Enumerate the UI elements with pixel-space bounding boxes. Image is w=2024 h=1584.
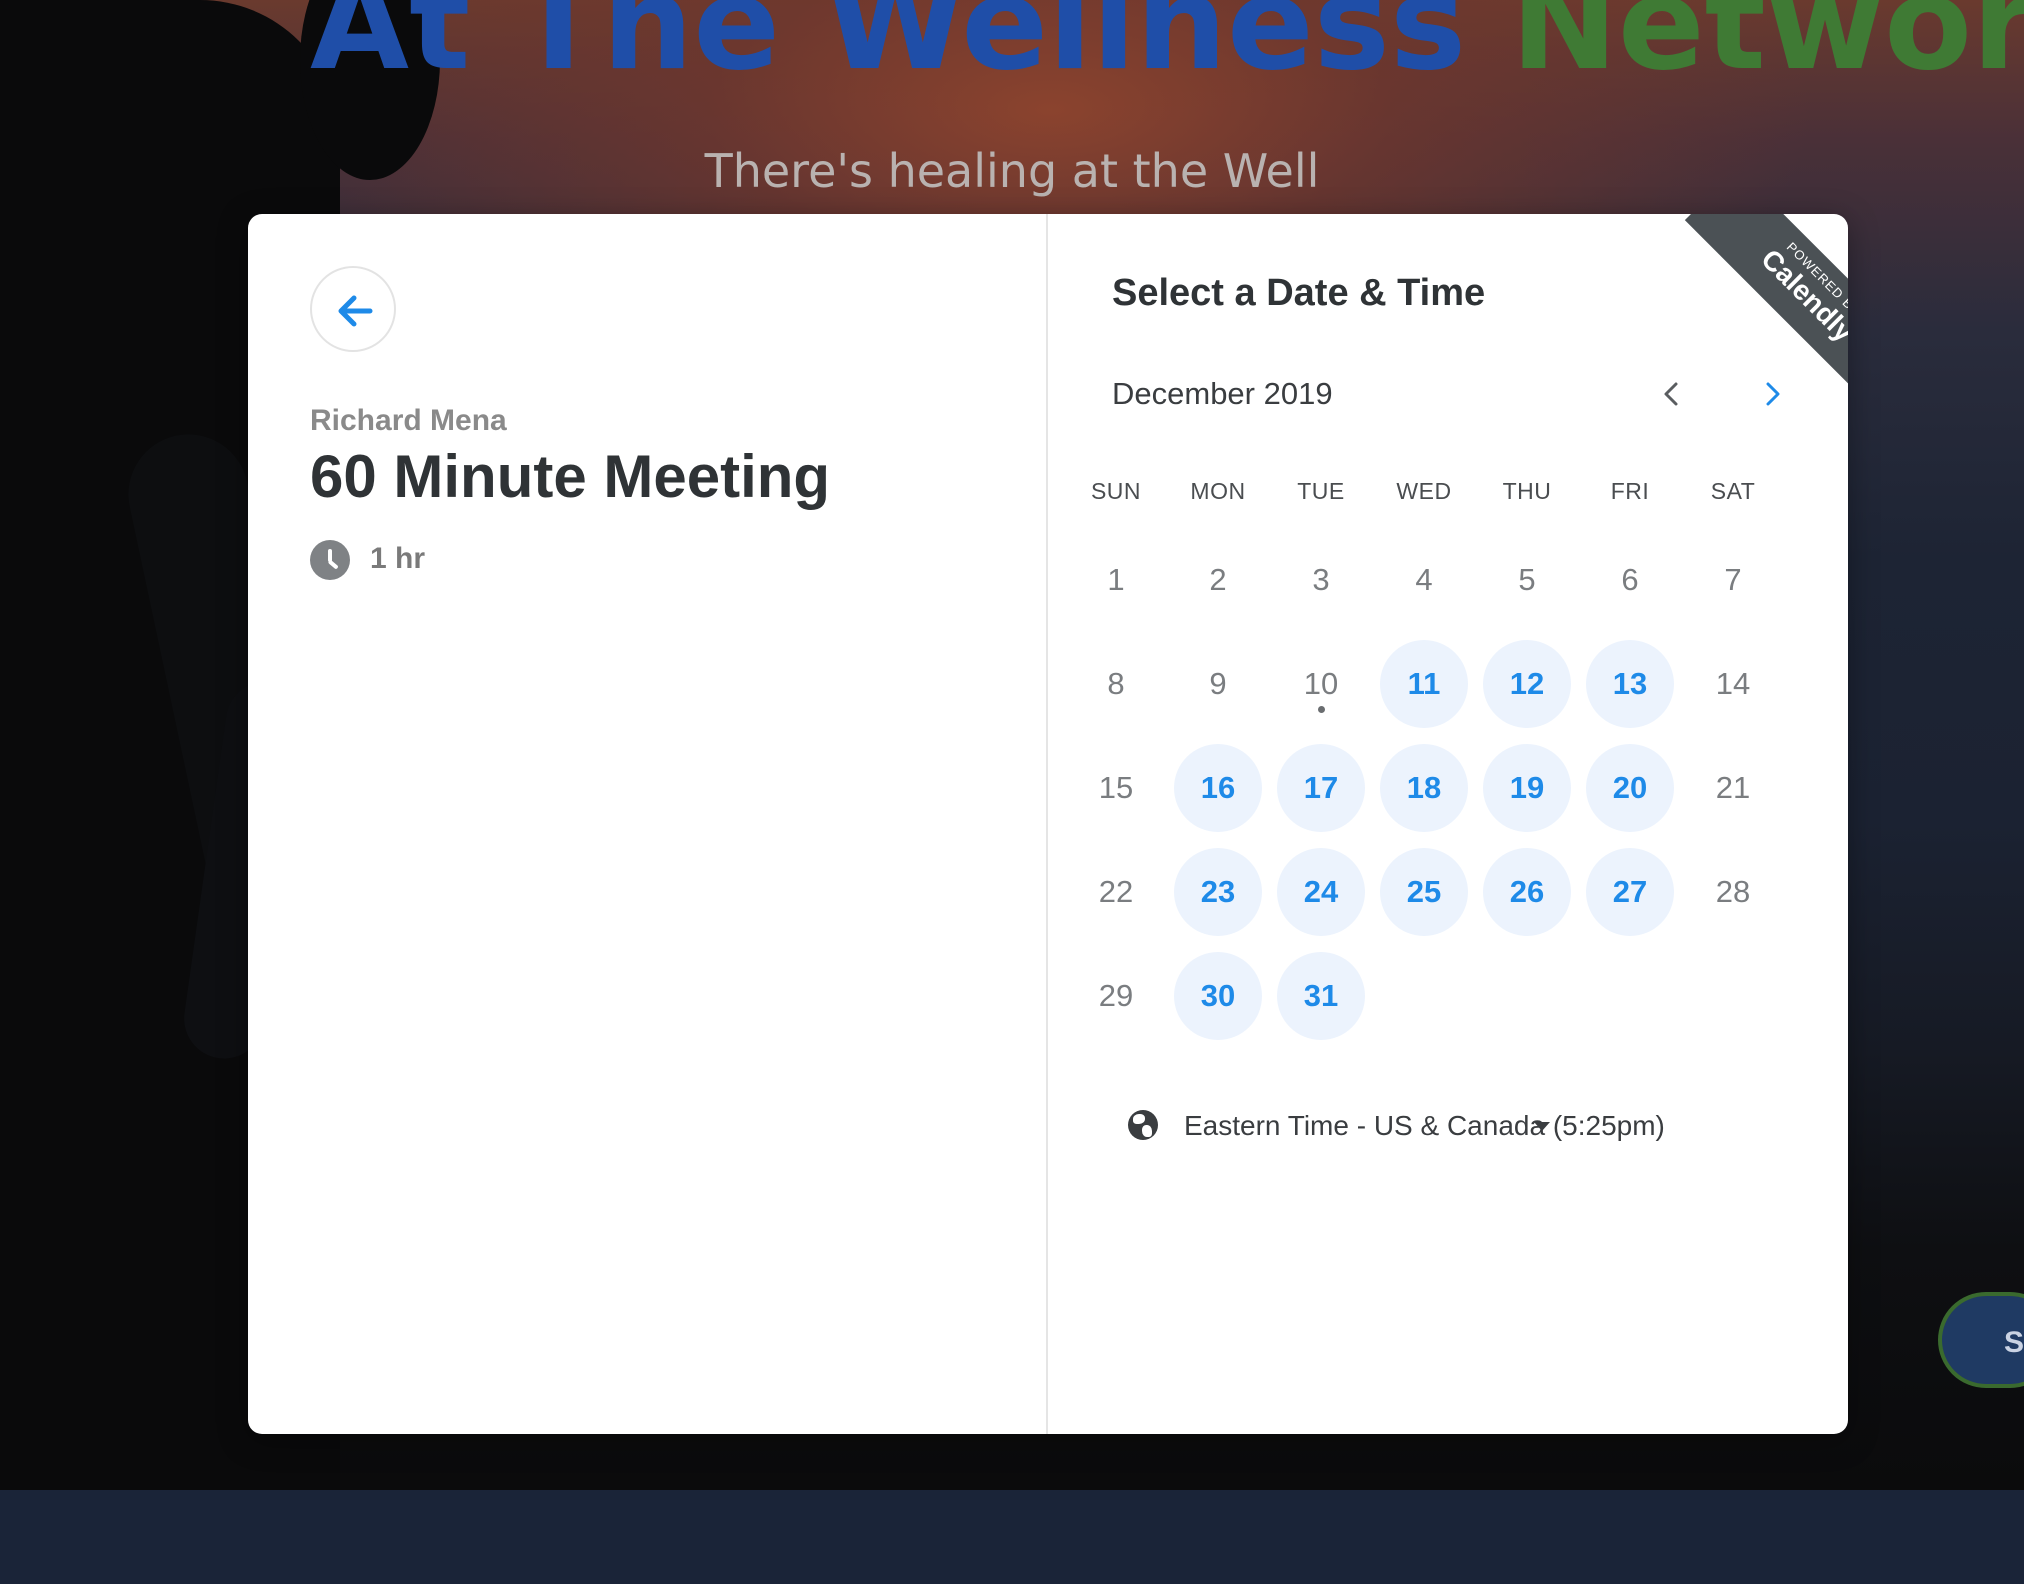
calendar-day: 8 — [1107, 666, 1125, 701]
weekday-sun: SUN — [1090, 478, 1142, 504]
calendar-day-available[interactable]: 30 — [1174, 952, 1262, 1040]
calendar-day: 6 — [1621, 562, 1639, 597]
calendar-day-available[interactable]: 18 — [1380, 744, 1468, 832]
calendar-day: 2 — [1209, 562, 1227, 597]
calendar-day: 10 — [1303, 666, 1339, 701]
timezone-label: Eastern Time - US & Canada (5:25pm) — [1184, 1110, 1665, 1141]
calendar-day-available[interactable]: 20 — [1586, 744, 1674, 832]
back-button[interactable] — [310, 266, 396, 352]
calendar-day: 21 — [1715, 770, 1751, 805]
today-indicator — [1317, 706, 1325, 713]
calendar-day: 28 — [1715, 874, 1751, 909]
weekday-tue: TUE — [1297, 478, 1345, 504]
calendar-day: 14 — [1715, 666, 1751, 701]
calendar-day-available[interactable]: 16 — [1174, 744, 1262, 832]
powered-by-ribbon[interactable]: POWERED BY Calendly — [1648, 214, 1848, 414]
weekday-mon: MON — [1190, 478, 1246, 504]
calendar-day: 22 — [1098, 874, 1134, 909]
calendar-day-available[interactable]: 26 — [1483, 848, 1571, 936]
panel-divider — [1046, 214, 1048, 1434]
weekday-fri: FRI — [1610, 478, 1650, 504]
clock-icon — [310, 540, 350, 580]
event-title: 60 Minute Meeting — [310, 443, 831, 510]
calendar-day: 29 — [1098, 978, 1134, 1013]
calendar-day: 15 — [1098, 770, 1134, 805]
duration-text: 1 hr — [370, 542, 426, 575]
caret-down-icon — [1534, 1122, 1550, 1131]
calendar-day-available[interactable]: 11 — [1380, 640, 1468, 728]
calendar-day: 4 — [1415, 562, 1433, 597]
calendar-day-available[interactable]: 25 — [1380, 848, 1468, 936]
weekday-wed: WED — [1396, 478, 1452, 504]
calendar-day: 5 — [1518, 562, 1536, 597]
month-label: December 2019 — [1112, 376, 1333, 411]
calendar-day-available[interactable]: 31 — [1277, 952, 1365, 1040]
calendar-day-available[interactable]: 24 — [1277, 848, 1365, 936]
footer-band — [0, 1490, 2024, 1584]
ribbon-brand: Calendly — [1755, 243, 1848, 348]
globe-icon — [1128, 1110, 1158, 1140]
calendar-day-available[interactable]: 27 — [1586, 848, 1674, 936]
calendar-day-available[interactable]: 17 — [1277, 744, 1365, 832]
site-title-part1: At The Wellness — [310, 0, 1511, 99]
ribbon-band: POWERED BY Calendly — [1684, 214, 1848, 414]
site-title: At The Wellness Network — [310, 0, 2024, 90]
calendar-day-available[interactable]: 13 — [1586, 640, 1674, 728]
scheduling-modal: Richard Mena 60 Minute Meeting 1 hr Sele… — [248, 214, 1848, 1434]
calendar-day-available[interactable]: 12 — [1483, 640, 1571, 728]
organizer-name: Richard Mena — [310, 404, 507, 437]
site-tagline: There's healing at the Well — [704, 144, 1320, 198]
calendar-day-available[interactable]: 19 — [1483, 744, 1571, 832]
side-floating-button-label: S — [2004, 1326, 2024, 1359]
calendar-day: 3 — [1312, 562, 1330, 597]
side-floating-button[interactable]: S — [1938, 1292, 2024, 1388]
weekday-sat: SAT — [1710, 478, 1756, 504]
panel-heading: Select a Date & Time — [1112, 272, 1486, 314]
calendar-day: 7 — [1724, 562, 1742, 597]
site-title-part2: Network — [1510, 0, 2024, 99]
calendar-day: 1 — [1107, 562, 1125, 597]
calendar-day: 9 — [1209, 666, 1227, 701]
calendar-day-available[interactable]: 23 — [1174, 848, 1262, 936]
weekday-thu: THU — [1502, 478, 1552, 504]
arrow-left-icon — [338, 295, 373, 327]
